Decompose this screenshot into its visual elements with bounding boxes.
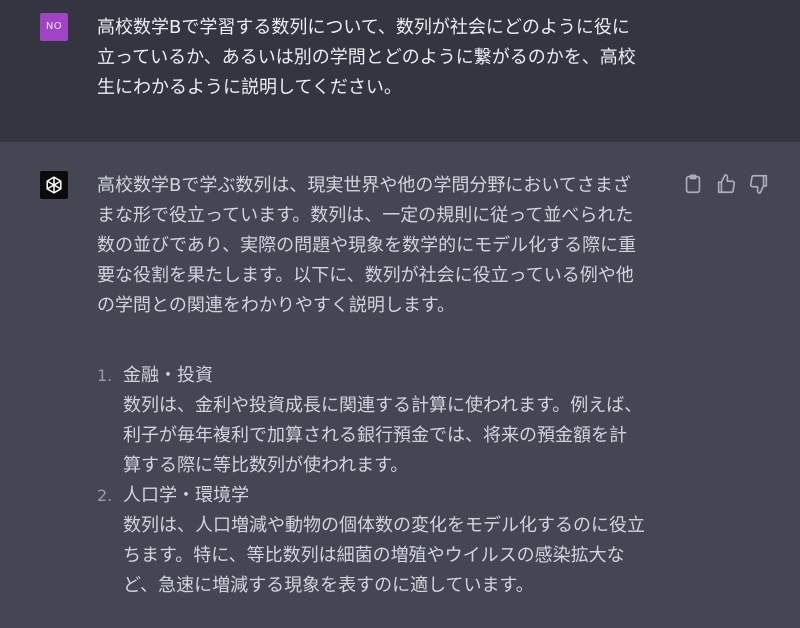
answer-list: 1. 金融・投資 数列は、金利や投資成長に関連する計算に使われます。例えば、 利… bbox=[97, 361, 717, 601]
list-item-number: 2. bbox=[97, 486, 113, 505]
assistant-answer-intro: 高校数学Bで学ぶ数列は、現実世界や他の学問分野においてさまざ まな形で役立ってい… bbox=[97, 171, 697, 321]
answer-line: 数の並びであり、実際の問題や現象を数学的にモデル化する際に重 bbox=[97, 235, 637, 256]
assistant-message: 高校数学Bで学ぶ数列は、現実世界や他の学問分野においてさまざ まな形で役立ってい… bbox=[0, 142, 800, 628]
list-item-number: 1. bbox=[97, 366, 113, 385]
thumbs-down-icon bbox=[749, 174, 768, 194]
thumbs-up-icon bbox=[717, 174, 736, 194]
user-message: NO 高校数学Bで学習する数列について、数列が社会にどのように役に 立っているか… bbox=[0, 0, 800, 143]
answer-line: まな形で役立っています。数列は、一定の規則に従って並べられた bbox=[97, 205, 634, 226]
user-message-line: 生にわかるように説明してください。 bbox=[97, 77, 402, 98]
list-item-line: ちます。特に、等比数列は細菌の増殖やウイルスの感染拡大な bbox=[123, 545, 625, 566]
list-item-line: 利子が毎年複利で加算される銀行預金では、将来の預金額を計 bbox=[123, 425, 627, 446]
list-item-title: 人口学・環境学 bbox=[123, 485, 249, 506]
answer-line: 高校数学Bで学ぶ数列は、現実世界や他の学問分野においてさまざ bbox=[97, 175, 631, 196]
list-item-line: 数列は、人口増減や動物の個体数の変化をモデル化するのに役立 bbox=[123, 515, 645, 536]
list-item: 1. 金融・投資 数列は、金利や投資成長に関連する計算に使われます。例えば、 利… bbox=[97, 361, 717, 481]
openai-logo-icon bbox=[46, 176, 62, 194]
user-avatar: NO bbox=[40, 13, 68, 41]
answer-line: の学問との関連をわかりやすく説明します。 bbox=[97, 295, 456, 316]
thumbs-down-button[interactable] bbox=[748, 173, 772, 197]
list-item-line: ど、急速に増減する現象を表すのに適しています。 bbox=[123, 575, 534, 596]
thumbs-up-button[interactable] bbox=[715, 173, 739, 197]
list-item-title: 金融・投資 bbox=[123, 365, 213, 386]
clipboard-icon bbox=[685, 174, 701, 194]
list-item-line: 数列は、金利や投資成長に関連する計算に使われます。例えば、 bbox=[123, 395, 643, 416]
list-item: 2. 人口学・環境学 数列は、人口増減や動物の個体数の変化をモデル化するのに役立… bbox=[97, 481, 717, 601]
answer-line: 要な役割を果たします。以下に、数列が社会に役立っている例や他 bbox=[97, 265, 634, 286]
assistant-avatar bbox=[40, 171, 68, 199]
user-message-text: 高校数学Bで学習する数列について、数列が社会にどのように役に 立っているか、ある… bbox=[97, 13, 697, 103]
list-item-line: 算する際に等比数列が使われます。 bbox=[123, 455, 409, 476]
user-message-line: 高校数学Bで学習する数列について、数列が社会にどのように役に bbox=[97, 17, 630, 38]
copy-button[interactable] bbox=[682, 173, 706, 197]
user-message-line: 立っているか、あるいは別の学問とどのように繋がるのかを、高校 bbox=[97, 47, 636, 68]
